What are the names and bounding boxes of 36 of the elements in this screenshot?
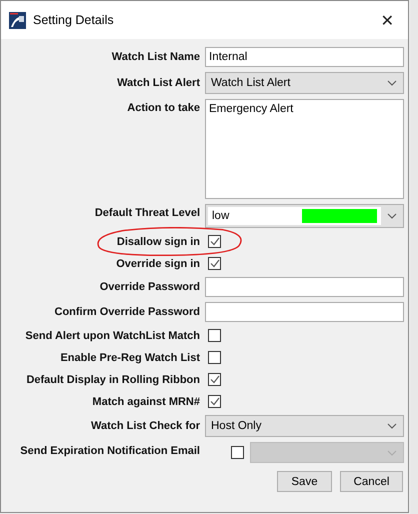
text-area[interactable]: Emergency Alert xyxy=(205,99,404,199)
field-label: Override Password xyxy=(98,281,200,293)
field-label: Watch List Alert xyxy=(116,77,200,89)
checkbox[interactable] xyxy=(208,395,221,408)
field-label: Action to take xyxy=(126,101,200,114)
caret-icon xyxy=(387,450,397,456)
text-field[interactable]: Internal xyxy=(205,47,404,67)
field-label: Default Threat Level xyxy=(94,206,200,219)
caret-icon xyxy=(387,423,397,429)
text-field[interactable] xyxy=(205,277,404,297)
field-label: Send Alert upon WatchList Match xyxy=(24,330,200,342)
checkbox[interactable] xyxy=(208,373,221,386)
field-label: Match against MRN# xyxy=(91,396,200,408)
field-label: Disallow sign in xyxy=(116,236,200,248)
checkbox[interactable] xyxy=(208,329,221,342)
field-label: Override sign in xyxy=(115,258,200,270)
field-label: Default Display in Rolling Ribbon xyxy=(25,374,200,386)
checkbox[interactable] xyxy=(208,351,221,364)
caret-icon xyxy=(387,80,397,86)
window-title: Setting Details xyxy=(33,13,115,27)
dropdown[interactable]: Watch List Alert xyxy=(205,72,404,94)
field-label: Enable Pre-Reg Watch List xyxy=(59,352,200,364)
field-label: Send Expiration Notification Email xyxy=(19,444,200,457)
dropdown[interactable]: Host Only xyxy=(205,415,404,437)
field-label: Watch List Name xyxy=(110,51,200,63)
field-label: Confirm Override Password xyxy=(54,306,200,318)
close-button[interactable]: ✕ xyxy=(372,10,402,30)
app-logo-icon xyxy=(9,12,26,28)
threat-level-dropdown[interactable]: low xyxy=(205,204,404,228)
field-label: Watch List Check for xyxy=(90,420,200,432)
text-field[interactable] xyxy=(205,302,404,322)
caret-icon xyxy=(387,213,397,219)
save-button[interactable]: Save xyxy=(277,471,332,492)
cancel-button[interactable]: Cancel xyxy=(340,471,403,492)
checkbox[interactable] xyxy=(208,257,221,270)
checkbox[interactable] xyxy=(208,235,221,248)
